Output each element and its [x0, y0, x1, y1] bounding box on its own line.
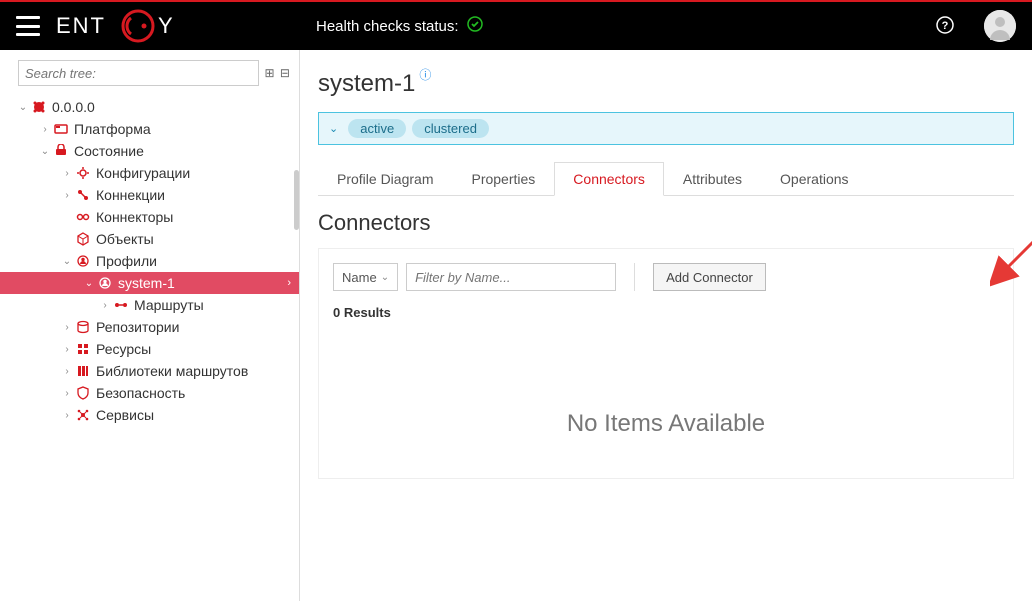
- hamburger-menu-icon[interactable]: [16, 16, 40, 36]
- info-icon[interactable]: ⓘ: [419, 66, 431, 83]
- profile-icon: [96, 276, 114, 290]
- filter-input[interactable]: [406, 263, 616, 291]
- svg-text:ENT: ENT: [56, 13, 106, 38]
- cube-icon: [74, 232, 92, 246]
- tree-node-services[interactable]: › Сервисы: [0, 404, 299, 426]
- tree-node-connectors[interactable]: Коннекторы: [0, 206, 299, 228]
- tree-node-route-libs[interactable]: › Библиотеки маршрутов: [0, 360, 299, 382]
- status-pill-active: active: [348, 119, 406, 138]
- platform-icon: [52, 122, 70, 136]
- tree-node-security[interactable]: › Безопасность: [0, 382, 299, 404]
- state-icon: [52, 144, 70, 158]
- tree-node-system1[interactable]: ⌄ system-1 ›: [0, 272, 299, 294]
- resources-icon: [74, 342, 92, 356]
- sidebar-scrollbar[interactable]: [294, 170, 299, 230]
- svg-text:?: ?: [942, 20, 949, 32]
- status-pill-clustered: clustered: [412, 119, 489, 138]
- chevron-down-icon: ⌄: [381, 272, 389, 283]
- section-title: Connectors: [318, 210, 1014, 236]
- chevron-right-icon: ›: [287, 277, 291, 289]
- tab-operations[interactable]: Operations: [761, 162, 867, 196]
- connections-icon: [74, 188, 92, 202]
- connectors-icon: [74, 210, 92, 224]
- add-connector-button[interactable]: Add Connector: [653, 263, 766, 291]
- server-icon: [30, 100, 48, 114]
- results-count: 0 Results: [333, 305, 999, 320]
- shield-icon: [74, 386, 92, 400]
- tree-node-routes[interactable]: › Маршруты: [0, 294, 299, 316]
- tree-node-config[interactable]: › Конфигурации: [0, 162, 299, 184]
- tree-node-connections[interactable]: › Коннекции: [0, 184, 299, 206]
- main-content: system-1 ⓘ ⌄ active clustered Profile Di…: [300, 50, 1032, 601]
- page-title: system-1: [318, 70, 415, 98]
- expand-collapse-tree-icon[interactable]: ⊞ ⊟: [265, 66, 291, 80]
- profile-icon: [74, 254, 92, 268]
- connectors-panel: Name ⌄ Add Connector 0 Results No Items …: [318, 248, 1014, 479]
- gear-icon: [74, 166, 92, 180]
- tree-node-platform[interactable]: › Платформа: [0, 118, 299, 140]
- tree-search-input[interactable]: [18, 60, 259, 86]
- database-icon: [74, 320, 92, 334]
- services-icon: [74, 408, 92, 422]
- sidebar: ⊞ ⊟ ⌄ 0.0.0.0 › Платформа ⌄ Состояние ›: [0, 50, 300, 601]
- user-avatar[interactable]: [984, 10, 1016, 42]
- filter-field-select[interactable]: Name ⌄: [333, 263, 398, 291]
- health-ok-icon: [467, 16, 483, 36]
- tree-node-resources[interactable]: › Ресурсы: [0, 338, 299, 360]
- toolbar-divider: [634, 263, 635, 291]
- app-header: ENT Y Health checks status: ?: [0, 0, 1032, 50]
- tab-profile-diagram[interactable]: Profile Diagram: [318, 162, 452, 196]
- svg-text:Y: Y: [158, 13, 175, 38]
- navigation-tree: ⌄ 0.0.0.0 › Платформа ⌄ Состояние › Конф…: [0, 96, 299, 426]
- help-icon[interactable]: ?: [936, 16, 954, 37]
- tree-node-profiles[interactable]: ⌄ Профили: [0, 250, 299, 272]
- tab-properties[interactable]: Properties: [452, 162, 554, 196]
- tree-node-objects[interactable]: Объекты: [0, 228, 299, 250]
- entaxy-logo: ENT Y: [56, 8, 216, 44]
- tree-node-root[interactable]: ⌄ 0.0.0.0: [0, 96, 299, 118]
- route-icon: [112, 298, 130, 312]
- health-status-label: Health checks status:: [316, 18, 459, 35]
- tree-node-repositories[interactable]: › Репозитории: [0, 316, 299, 338]
- library-icon: [74, 364, 92, 378]
- tab-connectors[interactable]: Connectors: [554, 162, 664, 196]
- chevron-down-icon[interactable]: ⌄: [329, 122, 338, 135]
- tree-node-state[interactable]: ⌄ Состояние: [0, 140, 299, 162]
- status-bar: ⌄ active clustered: [318, 112, 1014, 145]
- empty-state-text: No Items Available: [333, 410, 999, 438]
- health-status: Health checks status:: [316, 16, 483, 36]
- tabs: Profile Diagram Properties Connectors At…: [318, 161, 1014, 196]
- tab-attributes[interactable]: Attributes: [664, 162, 761, 196]
